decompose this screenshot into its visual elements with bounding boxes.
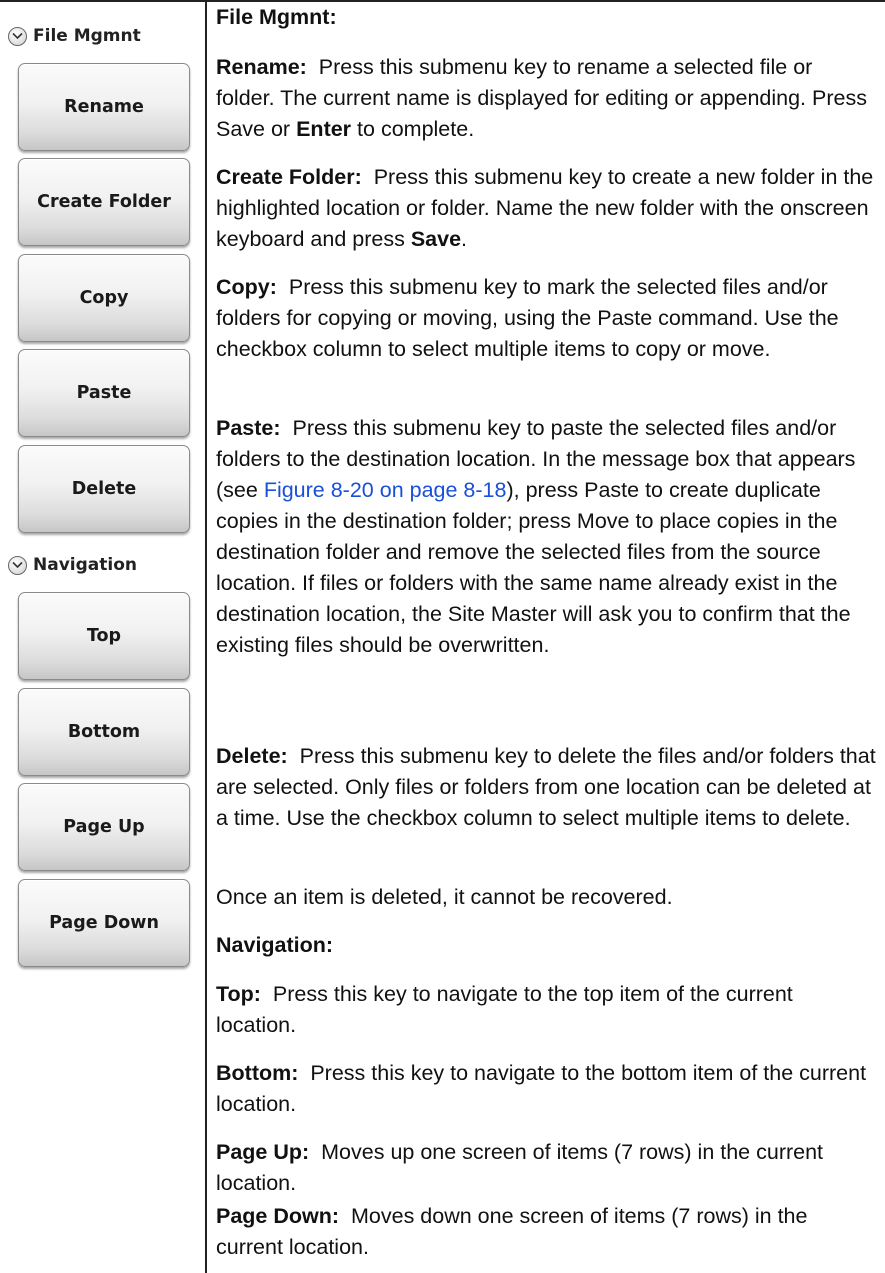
delete-description: Delete: Press this submenu key to delete… [216,741,876,834]
page-up-button[interactable]: Page Up [18,783,190,871]
create-folder-term: Create Folder: [216,165,362,189]
delete-button[interactable]: Delete [18,445,190,533]
copy-button[interactable]: Copy [18,254,190,342]
top-description: Top: Press this key to navigate to the t… [216,979,876,1041]
rename-enter: Enter [296,117,352,141]
delete-text: Press this submenu key to delete the fil… [216,744,876,830]
bottom-description: Bottom: Press this key to navigate to th… [216,1058,876,1120]
page-down-button[interactable]: Page Down [18,879,190,967]
page-down-description: Page Down: Moves down one screen of item… [216,1201,876,1263]
paste-button[interactable]: Paste [18,349,190,437]
rename-tail: to complete. [357,117,475,141]
file-mgmnt-menu-header[interactable]: File Mgmnt [8,22,141,50]
top-text: Press this key to navigate to the top it… [216,982,793,1037]
page-up-term: Page Up: [216,1140,310,1164]
bottom-button[interactable]: Bottom [18,688,190,776]
create-folder-button[interactable]: Create Folder [18,158,190,246]
column-divider [205,0,207,1273]
chevron-down-icon [8,26,27,46]
file-mgmnt-heading: File Mgmnt: [216,5,337,29]
navigation-heading: Navigation: [216,933,334,957]
top-button[interactable]: Top [18,592,190,680]
paste-term: Paste: [216,416,281,440]
delete-note: Once an item is deleted, it cannot be re… [216,885,673,909]
page-up-description: Page Up: Moves up one screen of items (7… [216,1137,876,1199]
create-folder-tail: . [461,227,468,251]
paste-text-after: ), press Paste to create duplicate copie… [216,478,851,657]
file-mgmnt-menu-title: File Mgmnt [33,26,141,46]
copy-description: Copy: Press this submenu key to mark the… [216,272,876,365]
bottom-text: Press this key to navigate to the bottom… [216,1061,867,1116]
delete-term: Delete: [216,744,288,768]
chevron-down-icon [8,555,27,575]
rename-term: Rename: [216,55,307,79]
rename-button[interactable]: Rename [18,63,190,151]
create-folder-save: Save [410,227,462,251]
navigation-menu-title: Navigation [33,555,137,575]
rename-description: Rename: Press this submenu key to rename… [216,52,876,145]
paste-description: Paste: Press this submenu key to paste t… [216,413,876,661]
figure-link[interactable]: Figure 8-20 on page 8-18 [264,478,507,502]
top-term: Top: [216,982,261,1006]
page-down-term: Page Down: [216,1204,340,1228]
copy-term: Copy: [216,275,277,299]
copy-text: Press this submenu key to mark the selec… [216,275,839,361]
navigation-menu-header[interactable]: Navigation [8,551,137,579]
bottom-term: Bottom: [216,1061,299,1085]
create-folder-description: Create Folder: Press this submenu key to… [216,162,876,255]
